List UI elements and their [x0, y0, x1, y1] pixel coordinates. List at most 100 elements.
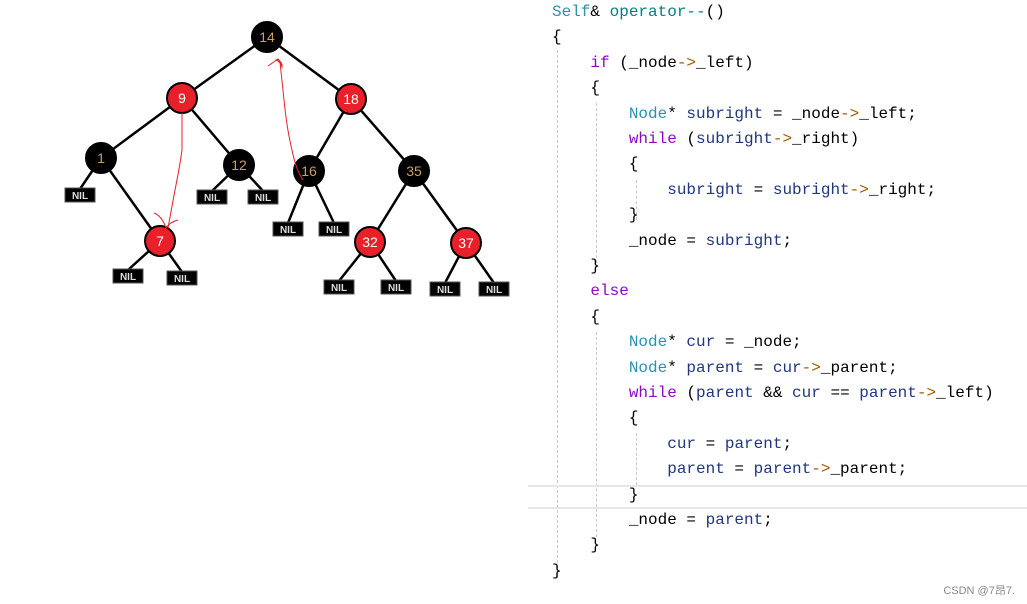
code-token: if: [590, 53, 610, 72]
code-token: subright: [772, 180, 850, 199]
code-token: Node: [628, 104, 668, 123]
code-token: ;: [782, 434, 793, 453]
red-black-tree-diagram: NIL NIL NIL NIL NIL NIL NIL NIL NIL NIL NIL 14 9 18 1 1…: [64, 21, 510, 297]
code-token: Self: [552, 3, 591, 21]
code-token: ;: [907, 104, 917, 123]
nil-label: NIL: [388, 283, 404, 294]
code-line[interactable]: cur = parent;: [552, 432, 792, 457]
code-token: ->: [849, 180, 869, 199]
nil-label: NIL: [72, 191, 88, 202]
watermark: CSDN @7昂7.: [943, 585, 1015, 597]
nil-label: NIL: [120, 272, 136, 283]
code-token: operator--: [609, 3, 706, 21]
code-line[interactable]: parent = parent->_parent;: [552, 457, 907, 482]
code-token: ): [849, 130, 860, 148]
code-token: =: [696, 434, 725, 453]
code-token: *: [667, 333, 687, 352]
tree-node-label: 9: [178, 90, 186, 106]
nil-label: NIL: [331, 283, 347, 294]
code-line[interactable]: while (parent && cur == parent->_left): [552, 381, 994, 406]
code-token: ->: [772, 130, 793, 148]
code-line[interactable]: }: [552, 559, 562, 584]
code-token: parent: [859, 384, 917, 402]
code-token: }: [552, 561, 562, 580]
code-token: }: [552, 206, 639, 225]
code-token: Node: [628, 358, 668, 377]
code-line[interactable]: Node* cur = _node;: [552, 330, 802, 355]
code-token: ->: [676, 53, 697, 72]
code-token: }: [552, 257, 601, 275]
code-token: ;: [888, 358, 898, 377]
code-token: ;: [926, 180, 937, 199]
code-token: ->: [801, 358, 821, 377]
code-line[interactable]: Node* parent = cur->_parent;: [552, 356, 898, 381]
code-token: _node =: [552, 231, 706, 250]
nil-label: NIL: [280, 225, 296, 236]
code-line[interactable]: {: [552, 305, 600, 330]
code-token: {: [552, 28, 562, 47]
code-token: parent: [705, 511, 764, 529]
code-token: cur: [792, 384, 821, 402]
code-token: parent: [724, 434, 783, 453]
code-line[interactable]: }: [552, 533, 600, 558]
nil-label: NIL: [204, 193, 220, 204]
code-token: ==: [820, 384, 860, 402]
code-token: (: [676, 130, 697, 148]
code-line[interactable]: subright = subright->_right;: [552, 178, 936, 203]
code-token: else: [590, 282, 629, 301]
code-line[interactable]: _node = subright;: [552, 229, 792, 254]
code-line[interactable]: _node = parent;: [552, 508, 773, 533]
code-token: _right: [792, 130, 850, 148]
code-line[interactable]: else: [552, 279, 629, 304]
tree-node-label: 32: [362, 234, 378, 250]
code-line[interactable]: Node* subright = _node->_left;: [552, 102, 917, 127]
code-token: _right: [868, 180, 927, 199]
tree-node-label: 16: [301, 163, 317, 179]
code-token: Node: [628, 333, 668, 352]
code-token: {: [552, 155, 639, 174]
code-token: ): [984, 384, 994, 402]
code-line[interactable]: {: [552, 406, 639, 431]
code-token: ->: [916, 384, 937, 402]
code-line[interactable]: if (_node->_left): [552, 51, 754, 76]
code-line[interactable]: }: [552, 203, 639, 228]
nil-label: NIL: [174, 274, 190, 285]
code-token: cur: [772, 358, 802, 377]
code-token: = _node: [763, 104, 841, 123]
code-line[interactable]: {: [552, 152, 639, 177]
nil-label: NIL: [437, 285, 453, 296]
code-line[interactable]: }: [552, 483, 639, 508]
nil-label: NIL: [255, 193, 271, 204]
code-token: subright: [667, 180, 745, 199]
code-token: }: [552, 485, 639, 504]
nil-label: NIL: [326, 225, 342, 236]
code-token: *: [667, 358, 687, 377]
code-token: _left: [859, 104, 908, 123]
code-line[interactable]: {: [552, 25, 562, 50]
code-token: (): [705, 3, 725, 21]
code-token: parent: [753, 460, 812, 479]
code-token: =: [744, 358, 773, 377]
code-token: ->: [840, 104, 860, 123]
code-token: ): [744, 53, 754, 72]
nil-label: NIL: [486, 285, 502, 296]
code-token: subright: [696, 130, 773, 148]
code-token: {: [552, 79, 601, 98]
tree-node-label: 35: [406, 163, 422, 179]
code-line[interactable]: }: [552, 254, 600, 279]
tree-node-label: 1: [97, 150, 105, 166]
code-token: subright: [686, 104, 764, 123]
code-line[interactable]: {: [552, 76, 600, 101]
code-token: *: [667, 104, 687, 123]
code-line[interactable]: while (subright->_right): [552, 127, 859, 152]
code-token: cur: [686, 333, 716, 352]
code-line[interactable]: Self& operator--(): [552, 0, 725, 25]
code-token: ;: [897, 460, 908, 479]
